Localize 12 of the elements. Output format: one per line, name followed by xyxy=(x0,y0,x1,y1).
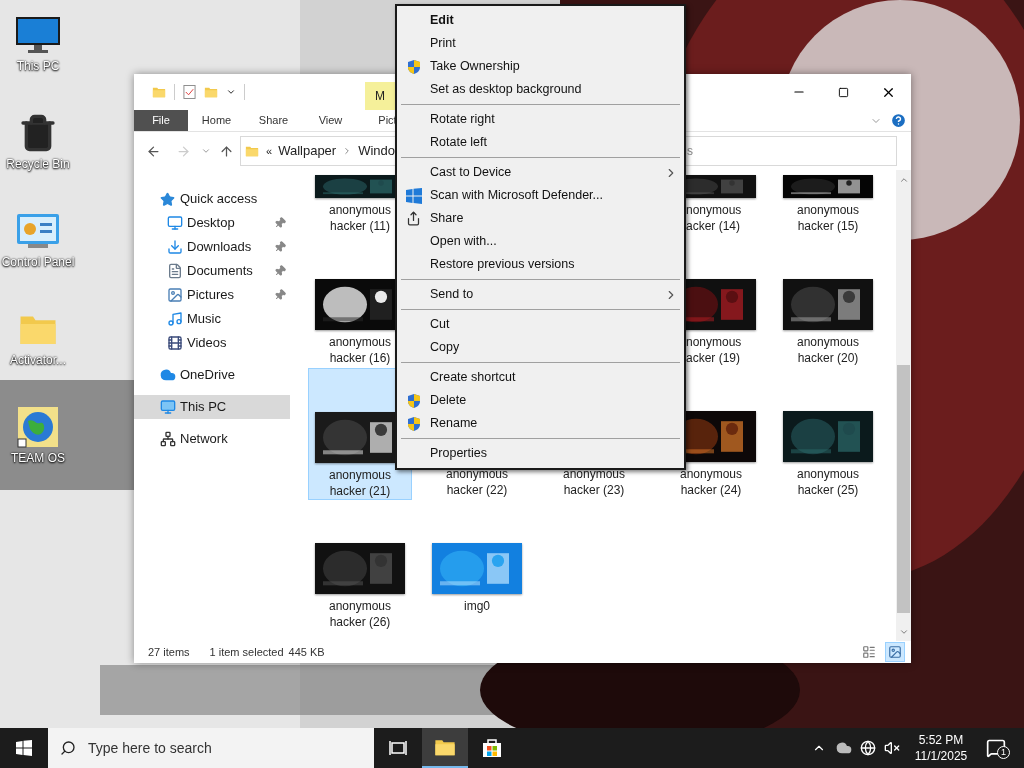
taskbar-search-field[interactable]: Type here to search xyxy=(48,728,374,768)
notification-count: 1 xyxy=(997,746,1010,759)
muted-speaker-icon[interactable] xyxy=(884,740,900,756)
taskbar-app-button[interactable] xyxy=(422,728,468,768)
search-icon xyxy=(60,740,76,756)
windows-icon xyxy=(16,740,32,756)
cloud-icon[interactable] xyxy=(836,740,852,756)
store-icon xyxy=(482,738,502,758)
task-view-icon xyxy=(389,740,407,756)
folder-icon xyxy=(434,737,456,757)
clock[interactable]: 5:52 PM 11/1/2025 xyxy=(910,732,972,764)
network-icon[interactable] xyxy=(860,740,876,756)
